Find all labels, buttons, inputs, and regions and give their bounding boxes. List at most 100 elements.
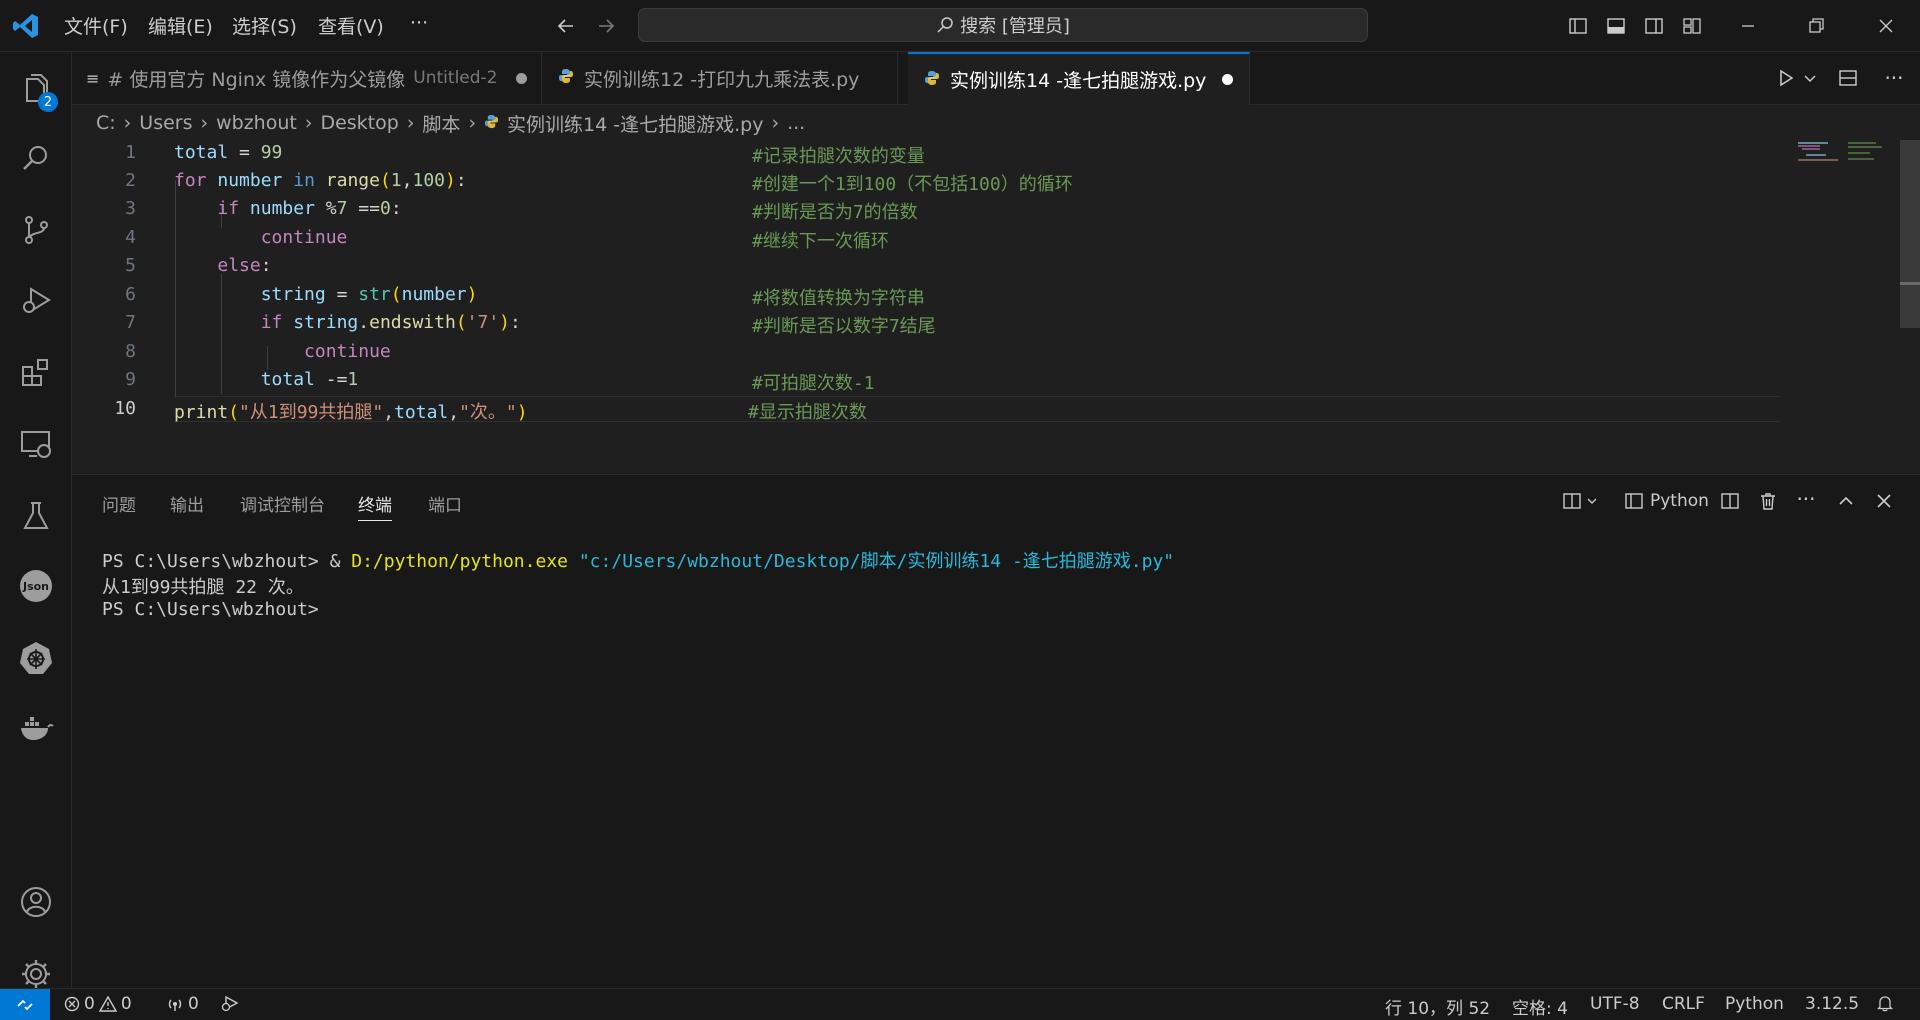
line-number: 6 <box>125 284 136 305</box>
docker-icon[interactable] <box>12 704 60 752</box>
panel-tab-problems[interactable]: 问题 <box>102 491 136 516</box>
panel-tab-ports[interactable]: 端口 <box>428 491 462 516</box>
line-number: 2 <box>125 170 136 191</box>
python-file-icon <box>558 67 574 89</box>
scrollbar-cursor-marker <box>1900 282 1920 285</box>
source-control-icon[interactable] <box>12 206 60 254</box>
run-debug-icon[interactable] <box>12 276 60 324</box>
terminal-python-selector[interactable]: Python <box>1624 489 1709 513</box>
close-icon[interactable] <box>1870 10 1902 42</box>
line-number: 5 <box>125 255 136 276</box>
code-comment: #判断是否为7的倍数 <box>752 202 918 223</box>
indentation[interactable]: 空格: 4 <box>1512 994 1568 1019</box>
svg-text:Json: Json <box>22 580 49 593</box>
command-search-box[interactable]: 搜索 [管理员] <box>638 8 1368 42</box>
editor-scrollbar[interactable] <box>1900 140 1920 328</box>
minimap[interactable] <box>1784 140 1884 164</box>
breadcrumb-file[interactable]: 实例训练14 -逢七拍腿游戏.py <box>507 110 763 137</box>
remote-indicator[interactable] <box>0 989 50 1020</box>
kubernetes-icon[interactable] <box>12 634 60 682</box>
tab-untitled-2[interactable]: ≡ # 使用官方 Nginx 镜像作为父镜像 Untitled-2 <box>72 52 542 104</box>
line-ending[interactable]: CRLF <box>1662 994 1705 1014</box>
line-number-current: 10 <box>114 398 136 419</box>
ports-indicator[interactable]: 0 <box>166 994 199 1014</box>
toggle-panel-icon[interactable] <box>1600 10 1632 42</box>
code-line: total -=1 <box>260 369 359 390</box>
more-actions-icon[interactable]: ··· <box>1794 487 1818 511</box>
error-count: 0 <box>84 994 95 1014</box>
testing-flask-icon[interactable] <box>12 492 60 540</box>
minimize-icon[interactable] <box>1732 10 1764 42</box>
explorer-icon[interactable]: 2 <box>12 64 60 112</box>
code-comment: #将数值转换为字符串 <box>752 288 925 309</box>
panel-tab-terminal[interactable]: 终端 <box>358 491 392 521</box>
trash-icon[interactable] <box>1756 489 1780 513</box>
restore-icon[interactable] <box>1800 10 1832 42</box>
breadcrumb-drive[interactable]: C: <box>96 112 116 134</box>
panel-tab-output[interactable]: 输出 <box>170 491 204 516</box>
tab-active-file[interactable]: 实例训练14 -逢七拍腿游戏.py <box>908 52 1250 105</box>
unsaved-dot-icon[interactable] <box>1222 74 1234 85</box>
terminal-exe: D:/python/python.exe <box>351 551 568 572</box>
remote-explorer-icon[interactable] <box>12 420 60 468</box>
extensions-icon[interactable] <box>12 348 60 396</box>
back-arrow-icon[interactable] <box>550 10 582 42</box>
line-number: 3 <box>125 198 136 219</box>
menu-edit[interactable]: 编辑(E) <box>148 12 213 39</box>
tab-label: # 使用官方 Nginx 镜像作为父镜像 <box>107 68 406 91</box>
code-comment: #显示拍腿次数 <box>748 402 867 423</box>
editor-tabs: ≡ # 使用官方 Nginx 镜像作为父镜像 Untitled-2 实例训练12… <box>72 52 1920 105</box>
chevron-right-icon: › <box>200 112 209 134</box>
notifications-bell-icon[interactable] <box>1876 994 1894 1017</box>
tab-multiplication-table[interactable]: 实例训练12 -打印九九乘法表.py <box>542 52 898 104</box>
language-mode[interactable]: Python <box>1725 994 1784 1014</box>
terminal-panel-icon <box>1625 493 1643 509</box>
run-python-file-icon[interactable] <box>1772 64 1800 92</box>
breadcrumb-more[interactable]: ... <box>787 112 805 134</box>
problems-indicator[interactable]: 0 0 <box>64 994 132 1014</box>
forward-arrow-icon[interactable] <box>590 10 622 42</box>
debug-launch-icon[interactable] <box>220 994 240 1017</box>
line-number: 1 <box>125 142 136 163</box>
more-actions-icon[interactable]: ··· <box>1880 64 1908 92</box>
menu-more[interactable]: ··· <box>410 12 428 34</box>
menu-file[interactable]: 文件(F) <box>64 12 128 39</box>
close-panel-icon[interactable] <box>1872 489 1896 513</box>
split-terminal-icon[interactable] <box>1718 489 1742 513</box>
terminal-output[interactable]: 从1到99共拍腿 22 次。 <box>102 573 304 599</box>
json-icon[interactable]: Json <box>12 562 60 610</box>
chevron-right-icon: › <box>468 112 477 134</box>
menu-view[interactable]: 查看(V) <box>318 12 384 39</box>
breadcrumb-user[interactable]: wbzhout <box>216 112 297 134</box>
menu-select[interactable]: 选择(S) <box>232 12 297 39</box>
cursor-position[interactable]: 行 10，列 52 <box>1385 994 1490 1019</box>
chevron-right-icon: › <box>304 112 313 134</box>
customize-layout-icon[interactable] <box>1676 10 1708 42</box>
split-editor-icon[interactable] <box>1834 64 1862 92</box>
panel-tab-debug-console[interactable]: 调试控制台 <box>240 491 325 516</box>
new-terminal-split-button[interactable] <box>1562 489 1606 513</box>
code-editor[interactable]: 1 2 3 4 5 6 7 8 9 10 total = 99 for numb… <box>72 140 1920 470</box>
breadcrumb-folder[interactable]: 脚本 <box>422 110 460 137</box>
toggle-primary-sidebar-icon[interactable] <box>1562 10 1594 42</box>
code-line: if string.endswith('7'): <box>260 312 521 333</box>
code-comment: #创建一个1到100（不包括100）的循环 <box>752 174 1073 195</box>
chevron-right-icon: › <box>771 112 780 134</box>
search-icon[interactable] <box>12 134 60 182</box>
breadcrumb-users[interactable]: Users <box>139 112 192 134</box>
tab-label: 实例训练12 -打印九九乘法表.py <box>584 68 860 91</box>
unsaved-dot-icon[interactable] <box>515 72 527 84</box>
terminal-prompt-current[interactable]: PS C:\Users\wbzhout> <box>102 599 319 620</box>
tab-label: 实例训练14 -逢七拍腿游戏.py <box>950 70 1207 92</box>
breadcrumb-desktop[interactable]: Desktop <box>320 112 398 134</box>
code-line: continue <box>304 341 391 362</box>
python-version[interactable]: 3.12.5 <box>1805 994 1859 1014</box>
run-dropdown-chevron-icon[interactable] <box>1800 64 1820 92</box>
search-label: 搜索 [管理员] <box>960 16 1070 37</box>
toggle-secondary-sidebar-icon[interactable] <box>1638 10 1670 42</box>
maximize-panel-chevron-up-icon[interactable] <box>1834 489 1858 513</box>
accounts-icon[interactable] <box>12 878 60 926</box>
terminal-line-command[interactable]: PS C:\Users\wbzhout> & D:/python/python.… <box>102 547 1174 573</box>
terminal-prompt: PS C:\Users\wbzhout> & <box>102 551 352 572</box>
encoding[interactable]: UTF-8 <box>1590 994 1640 1014</box>
